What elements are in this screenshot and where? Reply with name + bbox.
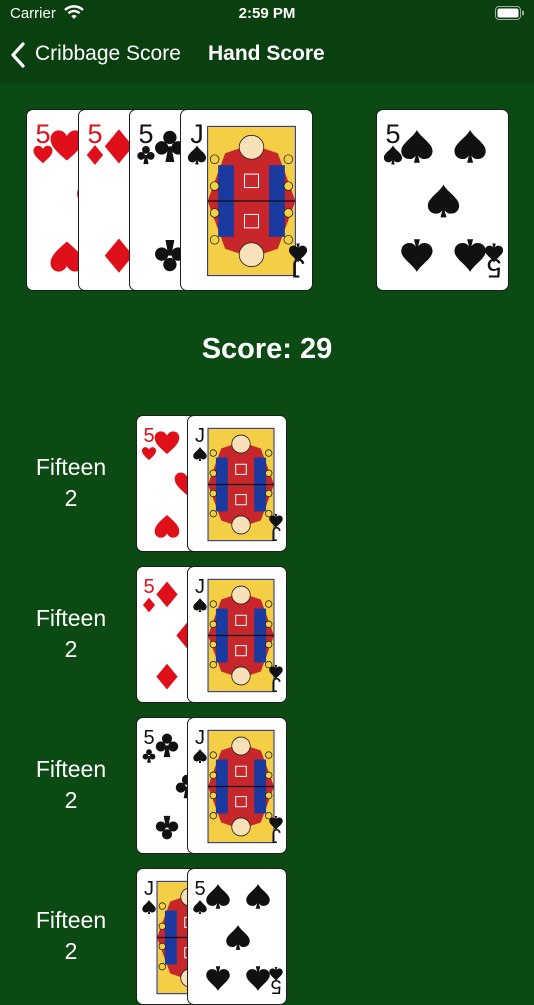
jack-face-art	[207, 729, 275, 844]
clock-label: 2:59 PM	[238, 5, 296, 22]
back-button[interactable]: Cribbage Score	[35, 42, 181, 66]
playing-card-5-of-spades: 55	[187, 868, 287, 1005]
page-title: Hand Score	[208, 42, 325, 65]
card-rank-label: J	[195, 727, 205, 749]
combination-type: Fifteen	[35, 907, 107, 933]
spade-pip-icon	[246, 966, 270, 991]
playing-card-j-of-spades: JJ	[187, 566, 287, 703]
card-rank-label: 5	[138, 119, 153, 149]
combination-points: 2	[64, 938, 78, 964]
combination-points: 2	[64, 787, 78, 813]
card-rank-label: 5	[35, 119, 50, 149]
card-rank-label: 5	[87, 119, 102, 149]
playing-card-j-of-spades: JJ	[187, 415, 287, 552]
combination-type: Fifteen	[35, 605, 107, 631]
diamond-pip-icon	[156, 581, 178, 608]
playing-card-j-of-spades: JJ	[180, 109, 313, 291]
spade-pip-icon	[401, 130, 433, 163]
combination-label: Fifteen 2	[20, 905, 122, 967]
combination-type: Fifteen	[35, 454, 107, 480]
card-rank-label: J	[195, 425, 205, 447]
spade-pip-icon	[401, 239, 433, 272]
playing-card-5-of-spades: 55	[376, 109, 509, 291]
heart-pip-icon	[141, 447, 157, 461]
spade-pip-icon	[193, 446, 207, 462]
spade-pip-icon	[206, 884, 230, 909]
spade-pip-icon	[193, 899, 207, 915]
combination-points: 2	[64, 485, 78, 511]
club-pip-icon	[142, 749, 156, 763]
diamond-pip-icon	[142, 597, 156, 613]
spade-pip-icon	[427, 184, 460, 218]
battery-icon	[495, 6, 525, 25]
card-rank-label: 5	[194, 878, 205, 900]
card-rank-label: J	[195, 576, 205, 598]
spade-pip-icon	[193, 748, 207, 764]
combination-type: Fifteen	[35, 756, 107, 782]
card-rank-label: 5	[385, 119, 400, 149]
jack-face-art	[207, 125, 296, 277]
combination-label: Fifteen 2	[20, 603, 122, 665]
club-pip-icon	[155, 815, 179, 840]
score-label: Score: 29	[201, 333, 333, 365]
spade-pip-icon	[206, 966, 230, 991]
spade-pip-icon	[246, 884, 270, 909]
spade-pip-icon	[454, 239, 486, 272]
card-rank-label: J	[190, 119, 204, 149]
combination-label: Fifteen 2	[20, 452, 122, 514]
card-rank-label: 5	[143, 425, 154, 447]
card-rank-label: 5	[143, 727, 154, 749]
combination-points: 2	[64, 636, 78, 662]
back-chevron-icon[interactable]	[10, 42, 26, 73]
spade-pip-icon	[193, 597, 207, 613]
status-bar: Carrier 2:59 PM	[0, 0, 534, 28]
jack-face-art	[207, 427, 275, 542]
spade-pip-icon	[226, 925, 250, 950]
spade-pip-icon	[142, 899, 156, 915]
navigation-bar: Cribbage Score Hand Score	[0, 28, 534, 84]
heart-pip-icon	[154, 431, 180, 455]
card-rank-label: 5	[143, 576, 154, 598]
club-pip-icon	[155, 733, 179, 758]
heart-pip-icon	[154, 514, 180, 538]
spade-pip-icon	[454, 130, 486, 163]
diamond-pip-icon	[156, 663, 178, 690]
jack-face-art	[207, 578, 275, 693]
playing-card-j-of-spades: JJ	[187, 717, 287, 854]
combination-label: Fifteen 2	[20, 754, 122, 816]
card-rank-label: J	[144, 878, 154, 900]
